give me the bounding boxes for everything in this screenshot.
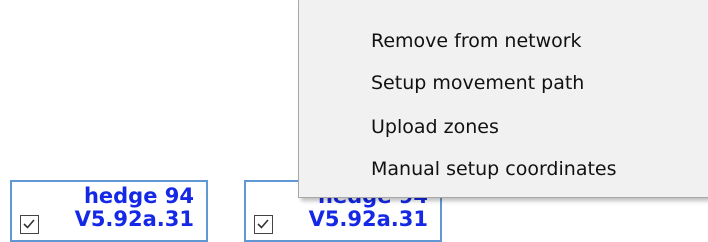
menu-item-upload-zones[interactable]: Upload zones bbox=[371, 112, 499, 142]
device-card[interactable]: hedge 94 V5.92a.31 bbox=[10, 180, 208, 242]
device-version: V5.92a.31 bbox=[308, 207, 428, 231]
menu-item-remove-from-network[interactable]: Remove from network bbox=[371, 26, 582, 56]
menu-item-manual-setup-coordinates[interactable]: Manual setup coordinates bbox=[371, 154, 617, 184]
device-map-canvas[interactable]: hedge 94 V5.92a.31 hedge 94 V5.92a.31 Re… bbox=[0, 0, 708, 242]
menu-item-setup-movement-path[interactable]: Setup movement path bbox=[371, 68, 584, 98]
checkmark-icon bbox=[257, 219, 269, 229]
device-name: hedge 94 bbox=[83, 184, 194, 208]
device-version: V5.92a.31 bbox=[74, 207, 194, 231]
device-context-menu: Remove from network Setup movement path … bbox=[298, 0, 708, 198]
device-checkbox[interactable] bbox=[20, 215, 39, 234]
device-checkbox[interactable] bbox=[254, 215, 273, 234]
checkmark-icon bbox=[23, 219, 35, 229]
